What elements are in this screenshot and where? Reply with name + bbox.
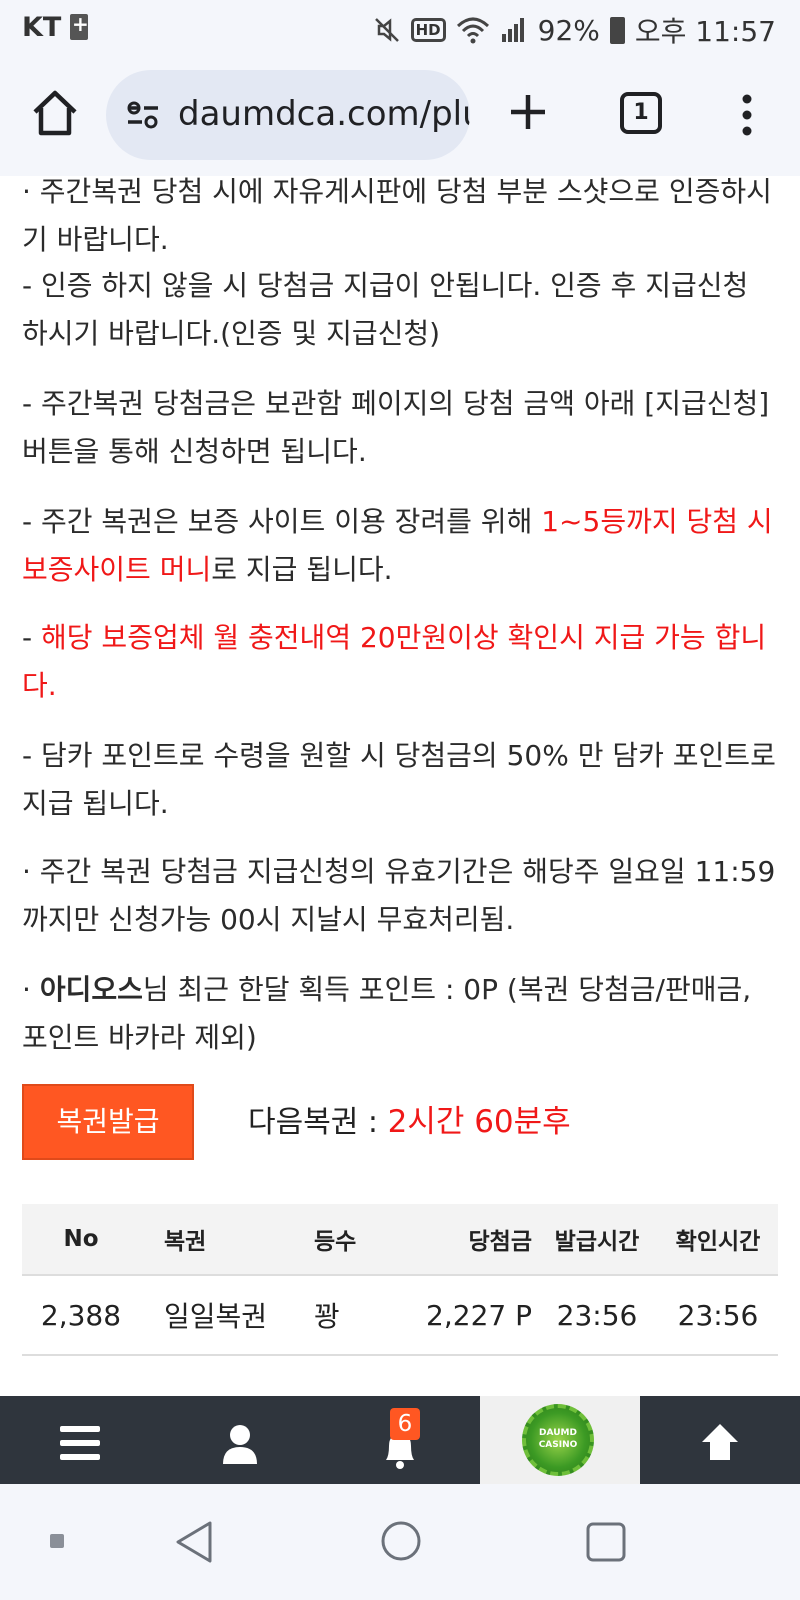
notice-point-payout: - 담카 포인트로 수령을 원할 시 당첨금의 50% 만 담카 포인트로 지급… (22, 739, 776, 820)
more-menu-icon[interactable] (742, 94, 752, 136)
battery-icon (609, 16, 625, 44)
cell-ticket: 일일복권 (164, 1300, 268, 1333)
col-issued-time: 발급시간 (554, 1229, 640, 1255)
cell-prize: 2,227 P (426, 1298, 532, 1332)
signal-icon (501, 18, 524, 42)
status-icons: HD 92% 오후 11:57 (373, 10, 776, 50)
notice-verify-required: - 인증 하지 않을 시 당첨금 지급이 안됩니다. 인증 후 지급신청 하시기… (22, 269, 749, 350)
scroll-top-button[interactable] (640, 1396, 800, 1484)
page-content: · 주간복권 당첨 시에 자유게시판에 당첨 부분 스샷으로 인증하시기 바랍니… (0, 176, 800, 1396)
profile-button[interactable] (160, 1396, 320, 1484)
notice-deposit-condition: - 해당 보증업체 월 충전내역 20만원이상 확인시 지급 가능 합니다. (22, 614, 782, 710)
col-prize: 당첨금 (468, 1229, 532, 1255)
notice-text: 로 지급 됩니다. (211, 553, 393, 586)
cell-rank: 꽝 (314, 1300, 340, 1333)
tab-switcher-button[interactable]: 1 (620, 92, 662, 134)
username: 아디오스 (39, 973, 143, 1006)
casino-logo-button[interactable]: DAUMD CASINO (480, 1396, 640, 1484)
overview-icon[interactable] (586, 1522, 626, 1562)
notice-text: - 주간 복권은 보증 사이트 이용 장려를 위해 (22, 505, 542, 538)
notice-screenshot-verify: · 주간복권 당첨 시에 자유게시판에 당첨 부분 스샷으로 인증하시기 바랍니… (22, 176, 772, 256)
hd-voice-icon: HD (410, 18, 446, 42)
next-ticket-time: 2시간 60분후 (387, 1104, 571, 1140)
url-text: daumdca.com/plu (178, 94, 470, 134)
cell-checked-time: 23:56 (677, 1298, 759, 1332)
col-checked-time: 확인시간 (675, 1229, 761, 1255)
col-no: No (63, 1226, 99, 1252)
col-rank: 등수 (314, 1229, 357, 1255)
user-icon (223, 1425, 257, 1464)
logo-text-top: DAUMD (539, 1428, 577, 1438)
notice-payout-request: - 주간복권 당첨금은 보관함 페이지의 당첨 금액 아래 [지급신청] 버튼을… (22, 387, 770, 468)
daumd-casino-logo: DAUMD CASINO (522, 1404, 594, 1476)
notice-text: · (22, 973, 40, 1006)
lottery-history-table: No 복권 등수 당첨금 발급시간 확인시간 2,388 일일복권 꽝 2,22… (22, 1204, 778, 1356)
notice-text: - (22, 621, 42, 654)
status-bar: KT HD 92% 오후 11:57 (0, 0, 800, 56)
issue-lottery-button[interactable]: 복권발급 (22, 1084, 194, 1160)
notifications-button[interactable]: 6 (320, 1396, 480, 1484)
mute-icon (374, 18, 399, 42)
cell-no: 2,388 (40, 1298, 122, 1332)
col-ticket: 복권 (164, 1229, 207, 1255)
next-ticket-info: 다음복권 : 2시간 60분후 (248, 1096, 571, 1141)
new-tab-icon[interactable] (508, 92, 548, 132)
recent-dot-icon[interactable] (50, 1534, 64, 1548)
cell-issued-time: 23:56 (556, 1298, 638, 1332)
notification-badge: 6 (390, 1408, 420, 1440)
home-circle-icon[interactable] (380, 1520, 422, 1562)
table-row[interactable]: 2,388 일일복권 꽝 2,227 P 23:56 23:56 (22, 1276, 778, 1356)
sim-icon (70, 12, 89, 40)
hamburger-icon (60, 1426, 100, 1460)
home-icon[interactable] (30, 88, 80, 138)
notice-user-points: · 아디오스님 최근 한달 획득 포인트 : 0P (복권 당첨금/판매금, 포… (22, 966, 782, 1062)
notice-validity: · 주간 복권 당첨금 지급신청의 유효기간은 해당주 일요일 11:59까지만… (22, 855, 776, 936)
wifi-icon (456, 17, 489, 44)
address-bar[interactable]: daumdca.com/plu (106, 70, 470, 160)
next-ticket-label: 다음복권 : (248, 1105, 388, 1140)
arrow-up-icon (702, 1424, 738, 1460)
logo-text-bottom: CASINO (538, 1440, 578, 1450)
battery-percent: 92% (537, 13, 600, 47)
back-icon[interactable] (174, 1520, 214, 1564)
app-bottom-nav: 6 DAUMD CASINO (0, 1396, 800, 1484)
clock: 오후 11:57 (634, 15, 776, 48)
notice-guarantee-money: - 주간 복권은 보증 사이트 이용 장려를 위해 1~5등까지 당첨 시 보증… (22, 498, 782, 594)
carrier-label: KT (22, 12, 62, 43)
menu-button[interactable] (0, 1396, 160, 1484)
android-nav-bar (0, 1484, 800, 1600)
table-header: No 복권 등수 당첨금 발급시간 확인시간 (22, 1204, 778, 1276)
browser-toolbar: daumdca.com/plu 1 (0, 56, 800, 176)
notice-highlight: 해당 보증업체 월 충전내역 20만원이상 확인시 지급 가능 합니다. (22, 621, 767, 702)
site-settings-icon[interactable] (126, 100, 160, 130)
